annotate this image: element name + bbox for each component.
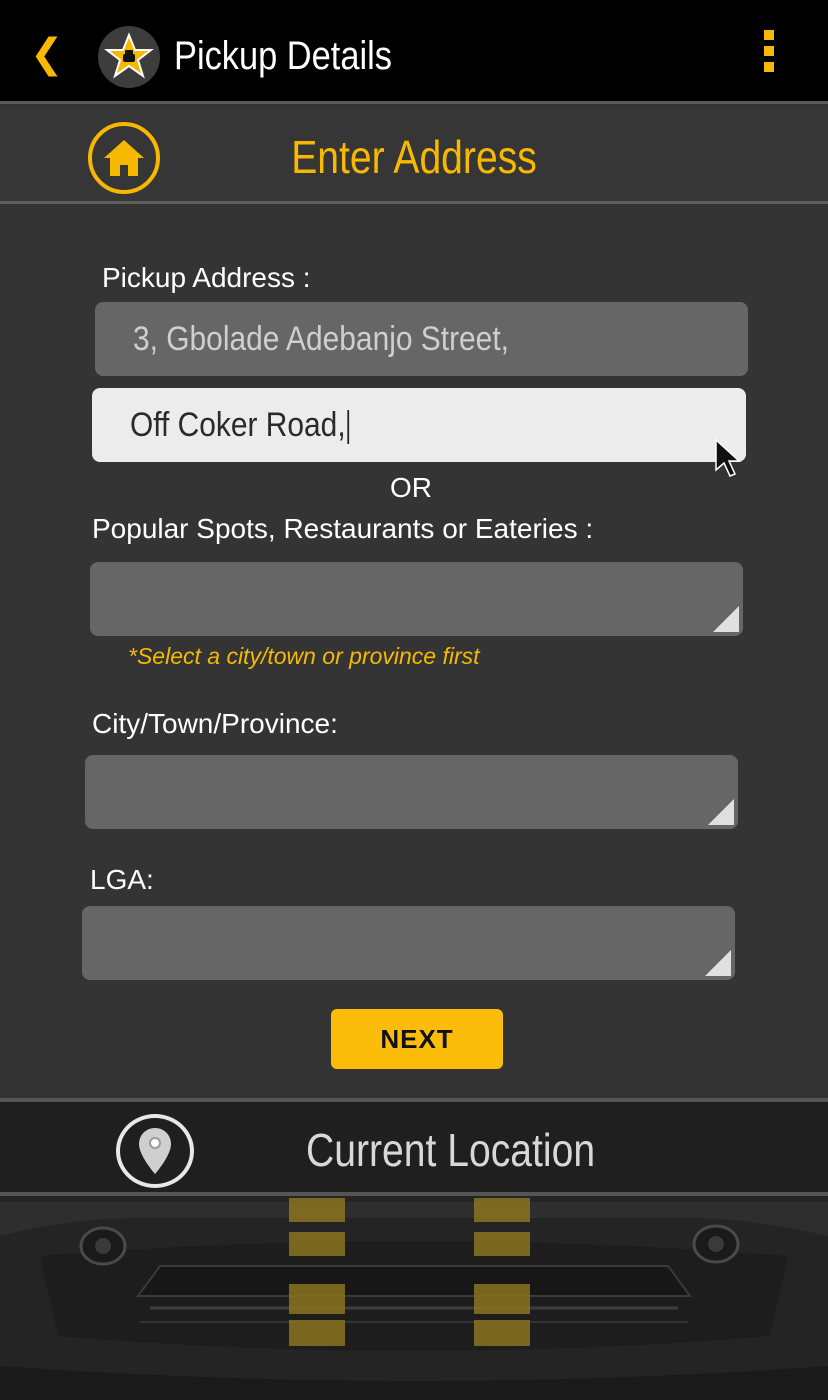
page-title: Pickup Details (174, 34, 392, 78)
address-line2-field[interactable]: Off Coker Road, (92, 388, 746, 477)
current-location-label: Current Location (306, 1124, 596, 1176)
next-button[interactable]: NEXT (331, 1009, 503, 1069)
lga-select[interactable] (82, 906, 735, 980)
city-select[interactable] (85, 755, 738, 829)
dropdown-corner-icon (705, 950, 731, 976)
section-header: Enter Address (0, 107, 828, 204)
address-form: Pickup Address : 3, Gbolade Adebanjo Str… (0, 207, 828, 1095)
car-background-image (0, 1196, 828, 1400)
text-cursor (347, 410, 350, 445)
car-front-illustration (0, 1196, 828, 1400)
current-location-bar[interactable]: Current Location (0, 1098, 828, 1196)
city-label: City/Town/Province: (92, 708, 338, 739)
overflow-menu-icon[interactable] (762, 30, 776, 74)
address-line2-value: Off Coker Road, (130, 406, 346, 444)
dropdown-corner-icon (708, 799, 734, 825)
dropdown-corner-icon (713, 606, 739, 632)
spots-hint-text: *Select a city/town or province first (128, 643, 480, 669)
section-title: Enter Address (291, 131, 537, 183)
taxi-star-logo-icon (98, 26, 160, 88)
back-icon[interactable]: ❮ (30, 30, 64, 78)
or-divider-text: OR (390, 472, 432, 503)
popular-spots-select[interactable] (90, 562, 743, 636)
popular-spots-label: Popular Spots, Restaurants or Eateries : (92, 513, 594, 544)
pickup-address-label: Pickup Address : (102, 262, 311, 293)
address-line1-value: 3, Gbolade Adebanjo Street, (133, 320, 509, 358)
lga-label: LGA: (90, 864, 154, 895)
app-bar: ❮ Pickup Details (0, 0, 828, 104)
location-button[interactable] (116, 1114, 194, 1188)
map-pin-icon (139, 1128, 171, 1174)
address-line1-field[interactable]: 3, Gbolade Adebanjo Street, (95, 302, 748, 376)
